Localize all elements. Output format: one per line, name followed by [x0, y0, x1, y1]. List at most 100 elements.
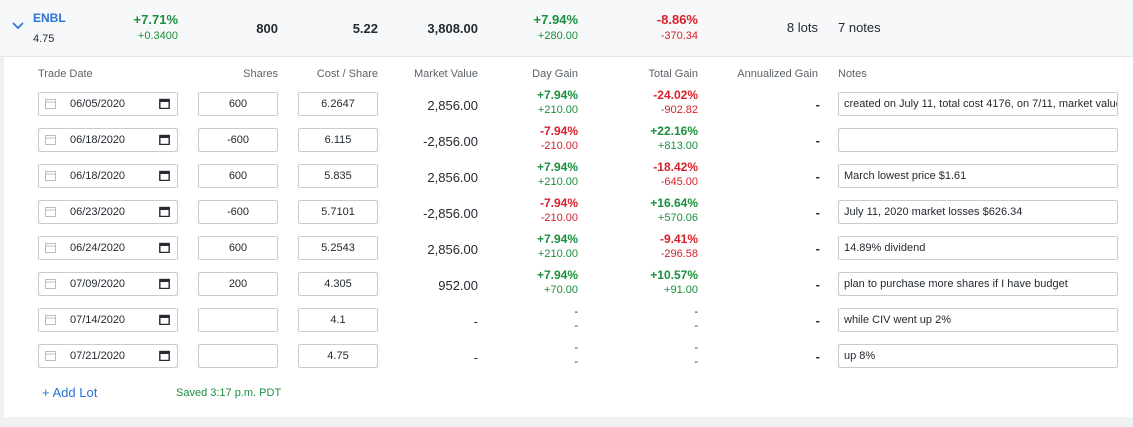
annualized-gain: - — [815, 277, 820, 292]
holding-summary-row[interactable]: ENBL 4.75 +7.71% +0.3400 800 5.22 3,808.… — [0, 0, 1133, 57]
ticker-symbol[interactable]: ENBL — [33, 11, 66, 25]
calendar-picker-icon[interactable] — [159, 134, 170, 145]
note-input[interactable]: created on July 11, total cost 4176, on … — [838, 92, 1118, 116]
market-value: 2,856.00 — [427, 170, 478, 185]
cost-per-share-input[interactable]: 5.2543 — [298, 236, 378, 260]
day-gain-absolute: -210.00 — [540, 140, 578, 152]
day-gain-absolute: -210.00 — [540, 212, 578, 224]
total-gain-absolute: -645.00 — [660, 176, 698, 188]
calendar-icon — [45, 135, 56, 145]
trade-date-input[interactable]: 06/24/2020 — [38, 236, 178, 260]
calendar-icon — [45, 207, 56, 217]
trade-date-value: 06/23/2020 — [70, 206, 126, 218]
trade-date-value: 07/21/2020 — [70, 350, 126, 362]
trade-date-input[interactable]: 06/23/2020 — [38, 200, 178, 224]
total-gain-percent: -18.42% — [653, 160, 698, 174]
day-gain-percent: - — [574, 306, 578, 318]
total-gain-percent: - — [694, 342, 698, 354]
market-value: -2,856.00 — [423, 134, 478, 149]
total-gain-percent: - — [694, 306, 698, 318]
calendar-icon — [45, 315, 56, 325]
note-input[interactable]: while CIV went up 2% — [838, 308, 1118, 332]
trade-date-value: 06/05/2020 — [70, 98, 126, 110]
trade-date-input[interactable]: 06/18/2020 — [38, 128, 178, 152]
calendar-picker-icon[interactable] — [159, 350, 170, 361]
calendar-picker-icon[interactable] — [159, 206, 170, 217]
add-lot-button[interactable]: + Add Lot — [42, 385, 97, 400]
market-value: - — [473, 350, 478, 365]
annualized-gain: - — [815, 349, 820, 364]
annualized-gain: - — [815, 97, 820, 112]
avg-cost-per-share: 5.22 — [352, 21, 378, 36]
note-input[interactable]: plan to purchase more shares if I have b… — [838, 272, 1118, 296]
cost-per-share-input[interactable]: 5.7101 — [298, 200, 378, 224]
total-gain-percent: +10.57% — [650, 268, 698, 282]
shares-input[interactable] — [198, 344, 278, 368]
total-gain-absolute: -370.34 — [660, 30, 698, 42]
market-value: -2,856.00 — [423, 206, 478, 221]
header-day-gain: Day Gain — [532, 68, 578, 80]
calendar-picker-icon[interactable] — [159, 170, 170, 181]
lots-count: 8 lots — [786, 20, 818, 35]
cost-per-share-input[interactable]: 4.75 — [298, 344, 378, 368]
shares-input[interactable]: -600 — [198, 200, 278, 224]
shares-input[interactable]: 200 — [198, 272, 278, 296]
shares-input[interactable]: 600 — [198, 164, 278, 188]
lot-row: 06/05/2020 600 6.2647 2,856.00 +7.94% +210.00… — [0, 88, 1133, 128]
notes-count: 7 notes — [838, 20, 881, 35]
cost-per-share-input[interactable]: 4.1 — [298, 308, 378, 332]
day-gain-percent: +7.94% — [536, 268, 578, 282]
calendar-icon — [45, 171, 56, 181]
chevron-down-icon[interactable] — [11, 19, 25, 33]
shares-input[interactable]: 600 — [198, 92, 278, 116]
shares-input[interactable]: 600 — [198, 236, 278, 260]
day-gain-percent: +7.94% — [536, 232, 578, 246]
trade-date-value: 07/09/2020 — [70, 278, 126, 290]
calendar-picker-icon[interactable] — [159, 314, 170, 325]
trade-date-input[interactable]: 06/18/2020 — [38, 164, 178, 188]
calendar-icon — [45, 243, 56, 253]
calendar-picker-icon[interactable] — [159, 242, 170, 253]
annualized-gain: - — [815, 169, 820, 184]
cost-per-share-input[interactable]: 4.305 — [298, 272, 378, 296]
day-gain-absolute: +210.00 — [537, 248, 578, 260]
calendar-picker-icon[interactable] — [159, 278, 170, 289]
cost-per-share-input[interactable]: 5.835 — [298, 164, 378, 188]
day-gain-percent: +7.94% — [536, 88, 578, 102]
header-total-gain: Total Gain — [648, 68, 698, 80]
day-gain-percent: -7.94% — [539, 124, 578, 138]
annualized-gain: - — [815, 313, 820, 328]
cost-per-share-input[interactable]: 6.115 — [298, 128, 378, 152]
trade-date-input[interactable]: 06/05/2020 — [38, 92, 178, 116]
cost-per-share-input[interactable]: 6.2647 — [298, 92, 378, 116]
calendar-picker-icon[interactable] — [159, 98, 170, 109]
day-gain-absolute: +280.00 — [537, 30, 578, 42]
total-gain-absolute: - — [694, 356, 698, 368]
shares-input[interactable] — [198, 308, 278, 332]
calendar-icon — [45, 351, 56, 361]
lot-row: 07/09/2020 200 4.305 952.00 +7.94% +70.00 +10.… — [0, 268, 1133, 308]
market-value: 952.00 — [438, 278, 478, 293]
note-input[interactable]: March lowest price $1.61 — [838, 164, 1118, 188]
lot-row: 06/24/2020 600 5.2543 2,856.00 +7.94% +210.00… — [0, 232, 1133, 272]
trade-date-input[interactable]: 07/09/2020 — [38, 272, 178, 296]
change-percent: +7.71% — [133, 12, 178, 27]
trade-date-input[interactable]: 07/21/2020 — [38, 344, 178, 368]
annualized-gain: - — [815, 241, 820, 256]
total-gain-percent: -8.86% — [656, 12, 698, 27]
saved-status: Saved 3:17 p.m. PDT — [176, 387, 282, 399]
header-market-value: Market Value — [414, 68, 478, 80]
note-input[interactable]: July 11, 2020 market losses $626.34 — [838, 200, 1118, 224]
trade-date-input[interactable]: 07/14/2020 — [38, 308, 178, 332]
day-gain-absolute: +70.00 — [544, 284, 578, 296]
day-gain-percent: -7.94% — [539, 196, 578, 210]
total-shares: 800 — [256, 21, 278, 36]
header-annualized-gain: Annualized Gain — [737, 68, 818, 80]
total-gain-absolute: +91.00 — [664, 284, 698, 296]
market-value: - — [473, 314, 478, 329]
note-input[interactable] — [838, 128, 1118, 152]
note-input[interactable]: 14.89% dividend — [838, 236, 1118, 260]
note-input[interactable]: up 8% — [838, 344, 1118, 368]
lot-row: 06/18/2020 -600 6.115 -2,856.00 -7.94% -210.0… — [0, 124, 1133, 164]
shares-input[interactable]: -600 — [198, 128, 278, 152]
